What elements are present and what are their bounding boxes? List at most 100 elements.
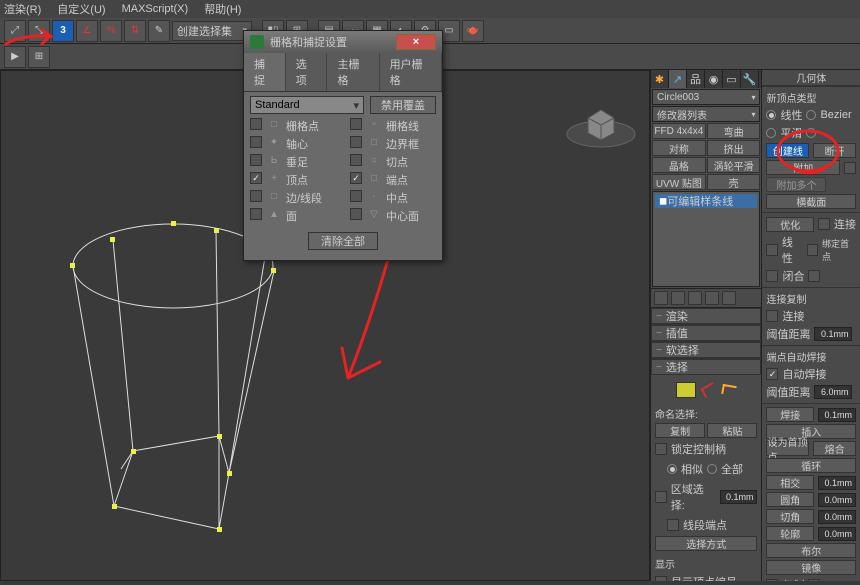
close-icon[interactable]: × (396, 34, 436, 50)
connect-check[interactable] (818, 218, 830, 230)
unique-button[interactable] (688, 291, 702, 305)
snap-check[interactable] (250, 136, 262, 148)
similar-radio[interactable] (667, 464, 677, 474)
snap-toggle[interactable]: 3 (52, 20, 74, 42)
tab-options[interactable]: 选项 (286, 53, 328, 91)
link-button[interactable]: ⤢ (4, 20, 26, 42)
attach-button[interactable]: 附加 (766, 160, 840, 175)
area-spinner[interactable]: 0.1mm (720, 490, 757, 504)
rollout-interp[interactable]: 插值 (651, 325, 761, 341)
modifier-preset[interactable]: 对称 (652, 140, 706, 156)
config-button[interactable] (722, 291, 736, 305)
break-button[interactable]: 断开 (813, 143, 856, 158)
refine-button[interactable]: 优化 (766, 217, 814, 232)
snap-check[interactable] (350, 154, 362, 166)
crossinsert-button[interactable]: 相交 (766, 475, 814, 490)
stack-item-spline[interactable]: ◼ 可编辑样条线 (655, 194, 757, 208)
make-first-button[interactable]: 设为首顶点 (766, 441, 809, 456)
rollout-render[interactable]: 渲染 (651, 308, 761, 324)
weld-spinner[interactable]: 0.1mm (818, 408, 856, 422)
linear-check[interactable] (766, 244, 777, 256)
vtype-bzcorner[interactable] (806, 128, 816, 138)
modifier-preset[interactable]: 壳 (707, 174, 761, 190)
hierarchy-tab[interactable]: 品 (687, 70, 705, 88)
modifier-preset[interactable]: 晶格 (652, 157, 706, 173)
mirror-button2[interactable]: 镜像 (766, 560, 856, 575)
render-button[interactable]: 🫖 (462, 20, 484, 42)
menu-customize[interactable]: 自定义(U) (57, 1, 105, 17)
percent-snap[interactable]: % (100, 20, 122, 42)
modifier-preset[interactable]: UVW 贴图 (652, 174, 706, 190)
utilities-tab[interactable]: 🔧 (741, 70, 759, 88)
cross-spinner[interactable]: 0.1mm (818, 476, 856, 490)
snap-check[interactable] (350, 208, 362, 220)
remove-mod[interactable] (705, 291, 719, 305)
all-radio[interactable] (707, 464, 717, 474)
paste-button[interactable]: 粘贴 (707, 423, 757, 438)
menu-maxscript[interactable]: MAXScript(X) (122, 3, 189, 15)
bind-first-check[interactable] (807, 244, 818, 256)
tb2-btn[interactable]: ⊞ (28, 46, 50, 68)
modifier-preset[interactable]: 挤出 (707, 140, 761, 156)
object-name-field[interactable]: Circle003 (652, 89, 760, 105)
create-tab[interactable]: ✱ (651, 70, 669, 88)
snap-check[interactable] (250, 118, 262, 130)
snap-check[interactable] (250, 154, 262, 166)
modifier-preset[interactable]: FFD 4x4x4 (652, 123, 706, 139)
snap-check[interactable] (250, 172, 262, 184)
spinner-snap[interactable]: ⇅ (124, 20, 146, 42)
segment-so-icon[interactable] (701, 382, 718, 398)
vtype-linear[interactable] (766, 110, 776, 120)
spline-so-icon[interactable] (721, 384, 737, 396)
menu-render[interactable]: 渲染(R) (4, 1, 41, 17)
snap-check[interactable] (250, 190, 262, 202)
create-line-button[interactable]: 创建线 (766, 143, 809, 158)
angle-snap[interactable]: ∠ (76, 20, 98, 42)
snap-check[interactable] (350, 136, 362, 148)
snap-check[interactable] (350, 190, 362, 202)
closed-check[interactable] (766, 270, 778, 282)
copy-button[interactable]: 复制 (655, 423, 705, 438)
named-selection-drop[interactable]: 创建选择集 (172, 21, 252, 41)
thresh-spinner[interactable]: 0.1mm (814, 327, 852, 341)
dialog-titlebar[interactable]: 栅格和捕捉设置 × (244, 31, 442, 53)
modifier-list-dropdown[interactable]: 修改器列表 (652, 106, 760, 122)
motion-tab[interactable]: ◉ (705, 70, 723, 88)
area-sel-check[interactable] (655, 491, 667, 503)
attach-mult-button[interactable]: 附加多个 (766, 177, 826, 192)
modifier-preset[interactable]: 弯曲 (707, 123, 761, 139)
edit-named-sel[interactable]: ✎ (148, 20, 170, 42)
weld-thresh-spinner[interactable]: 6.0mm (814, 385, 852, 399)
fuse-button[interactable]: 熔合 (813, 441, 856, 456)
standard-dropdown[interactable]: Standard (250, 96, 364, 114)
snap-check[interactable] (350, 172, 362, 184)
clear-all-button[interactable]: 清除全部 (308, 232, 378, 250)
modifier-stack[interactable]: ◼ 可编辑样条线 (652, 191, 760, 287)
weld-button[interactable]: 焊接 (766, 407, 814, 422)
tab-homegrid[interactable]: 主栅格 (327, 53, 379, 91)
rollout-soft[interactable]: 软选择 (651, 342, 761, 358)
snap-check[interactable] (250, 208, 262, 220)
fillet-spinner[interactable]: 0.0mm (818, 493, 856, 507)
unlink-button[interactable]: ⤡ (28, 20, 50, 42)
auto-weld-check[interactable] (766, 368, 778, 380)
bind-last-check[interactable] (808, 270, 820, 282)
rollout-selection[interactable]: 选择 (651, 359, 761, 375)
tab-usergrid[interactable]: 用户栅格 (380, 53, 442, 91)
menu-help[interactable]: 帮助(H) (204, 1, 241, 17)
vtype-smooth[interactable] (766, 128, 776, 138)
chamfer-spinner[interactable]: 0.0mm (818, 510, 856, 524)
tab-snap[interactable]: 捕捉 (244, 53, 286, 91)
tb2-btn[interactable]: ▶ (4, 46, 26, 68)
attach-reorient[interactable] (844, 162, 856, 174)
chamfer-button[interactable]: 切角 (766, 509, 814, 524)
vertex-so-icon[interactable] (676, 382, 696, 398)
outline-button[interactable]: 轮廓 (766, 526, 814, 541)
show-vnum-check[interactable] (655, 576, 667, 581)
disable-override-button[interactable]: 禁用覆盖 (370, 96, 436, 114)
seg-end-check[interactable] (667, 519, 679, 531)
lock-handles-check[interactable] (655, 443, 667, 455)
boolean-button[interactable]: 布尔 (766, 543, 856, 558)
vtype-bezier[interactable] (806, 110, 816, 120)
pin-stack[interactable] (654, 291, 668, 305)
